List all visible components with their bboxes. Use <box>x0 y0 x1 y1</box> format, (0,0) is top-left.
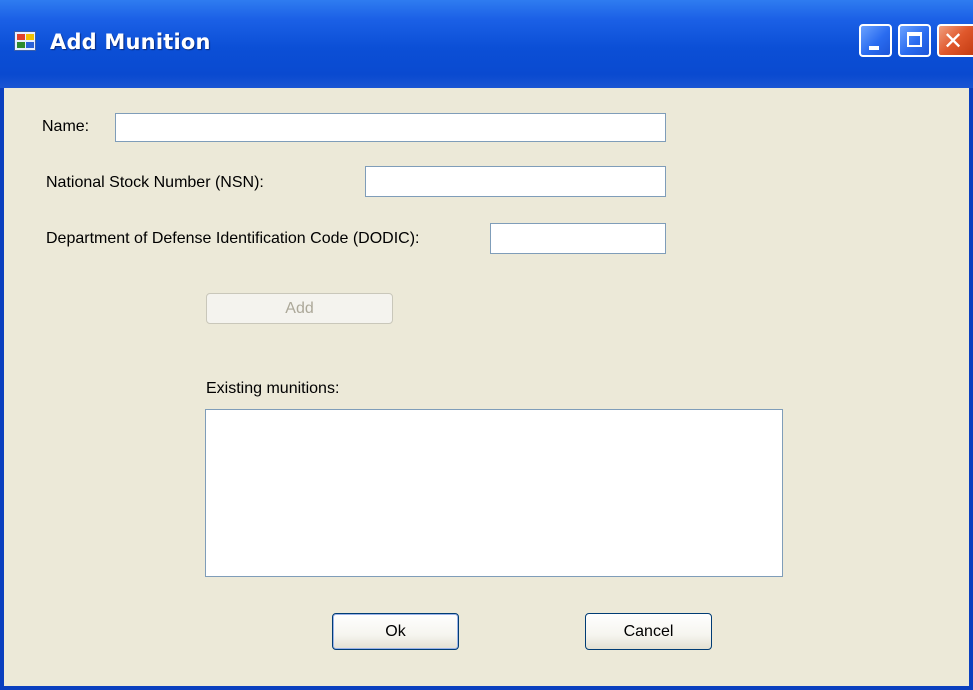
form-icon <box>14 31 36 51</box>
title-bar[interactable]: Add Munition ✕ <box>0 0 973 88</box>
maximize-icon <box>907 32 922 47</box>
close-button[interactable]: ✕ <box>937 24 973 57</box>
name-input[interactable] <box>115 113 666 142</box>
dodic-label: Department of Defense Identification Cod… <box>46 230 420 247</box>
nsn-input[interactable] <box>365 166 666 197</box>
close-icon: ✕ <box>943 27 964 55</box>
dodic-input[interactable] <box>490 223 666 254</box>
cancel-button[interactable]: Cancel <box>585 613 712 650</box>
existing-munitions-list[interactable] <box>205 409 783 577</box>
ok-button[interactable]: Ok <box>332 613 459 650</box>
nsn-label: National Stock Number (NSN): <box>46 174 264 191</box>
add-button[interactable]: Add <box>206 293 393 324</box>
maximize-button[interactable] <box>898 24 931 57</box>
add-munition-window: Add Munition ✕ Name: National Stock Numb… <box>0 0 973 690</box>
existing-munitions-label: Existing munitions: <box>206 380 340 397</box>
minimize-button[interactable] <box>859 24 892 57</box>
window-title: Add Munition <box>50 30 211 54</box>
name-label: Name: <box>42 118 90 135</box>
minimize-icon <box>869 46 879 50</box>
